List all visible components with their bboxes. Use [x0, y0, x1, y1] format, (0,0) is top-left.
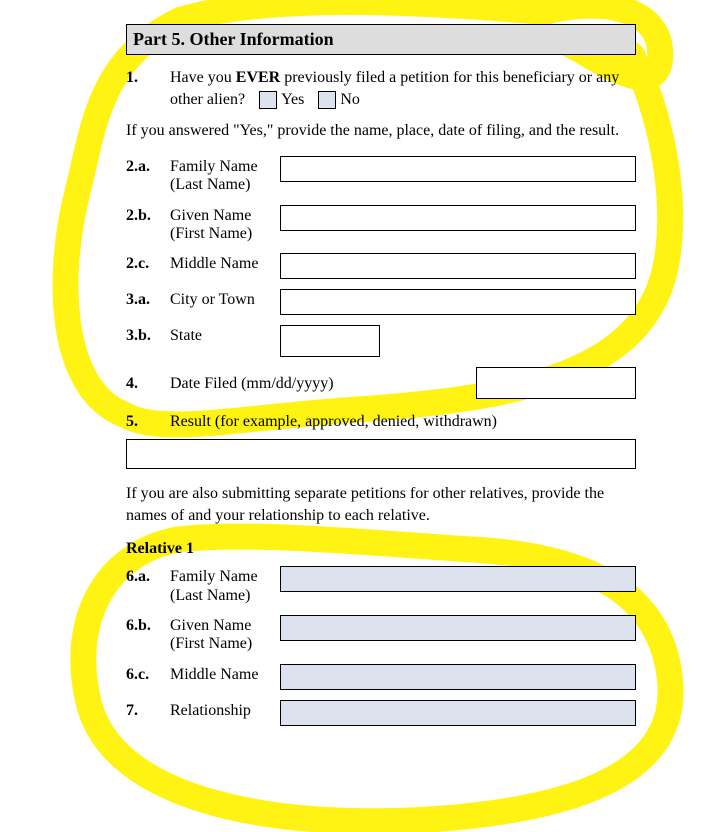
label-2b-line2: (First Name): [170, 225, 252, 242]
row-6b: 6.b. Given Name (First Name): [126, 615, 636, 654]
label-6a-line2: (Last Name): [170, 587, 250, 604]
label-2b-line1: Given Name: [170, 207, 251, 224]
input-given-name[interactable]: [280, 205, 636, 231]
num-7: 7.: [126, 700, 170, 720]
num-5: 5.: [126, 411, 170, 431]
label-2c: Middle Name: [170, 253, 280, 273]
label-2a: Family Name (Last Name): [170, 156, 280, 195]
input-rel1-given-name[interactable]: [280, 615, 636, 641]
label-6c: Middle Name: [170, 664, 280, 684]
row-2a: 2.a. Family Name (Last Name): [126, 156, 636, 195]
question-1: 1. Have you EVER previously filed a peti…: [126, 67, 636, 110]
q1-pre: Have you: [170, 69, 236, 86]
row-3b: 3.b. State: [126, 325, 636, 357]
label-4: Date Filed (mm/dd/yyyy): [170, 373, 468, 393]
num-4: 4.: [126, 373, 170, 393]
label-2a-line2: (Last Name): [170, 176, 250, 193]
label-6b-line2: (First Name): [170, 635, 252, 652]
label-7: Relationship: [170, 700, 280, 720]
q1-ever: EVER: [236, 69, 280, 86]
num-6c: 6.c.: [126, 664, 170, 684]
num-2b: 2.b.: [126, 205, 170, 225]
row-3a: 3.a. City or Town: [126, 289, 636, 315]
label-2a-line1: Family Name: [170, 158, 258, 175]
row-5: 5. Result (for example, approved, denied…: [126, 411, 636, 433]
instruction-1: If you answered "Yes," provide the name,…: [126, 120, 636, 142]
input-rel1-relationship[interactable]: [280, 700, 636, 726]
row-7: 7. Relationship: [126, 700, 636, 726]
label-no: No: [340, 91, 360, 108]
q1-text: Have you EVER previously filed a petitio…: [170, 67, 636, 110]
input-family-name[interactable]: [280, 156, 636, 182]
section-title: Part 5. Other Information: [133, 29, 334, 49]
num-6b: 6.b.: [126, 615, 170, 635]
row-2b: 2.b. Given Name (First Name): [126, 205, 636, 244]
label-2b: Given Name (First Name): [170, 205, 280, 244]
row-6a: 6.a. Family Name (Last Name): [126, 566, 636, 605]
instruction-2: If you are also submitting separate peti…: [126, 483, 636, 526]
label-3a: City or Town: [170, 289, 280, 309]
row-6c: 6.c. Middle Name: [126, 664, 636, 690]
num-3b: 3.b.: [126, 325, 170, 345]
input-middle-name[interactable]: [280, 253, 636, 279]
input-rel1-family-name[interactable]: [280, 566, 636, 592]
row-4: 4. Date Filed (mm/dd/yyyy): [126, 367, 636, 399]
label-yes: Yes: [281, 91, 304, 108]
input-result[interactable]: [126, 439, 636, 469]
label-6b-line1: Given Name: [170, 617, 251, 634]
input-state[interactable]: [280, 325, 380, 357]
label-3b: State: [170, 325, 280, 345]
label-6b: Given Name (First Name): [170, 615, 280, 654]
label-6a: Family Name (Last Name): [170, 566, 280, 605]
checkbox-yes[interactable]: [259, 91, 277, 109]
q1-number: 1.: [126, 67, 170, 87]
input-date-filed[interactable]: [476, 367, 636, 399]
num-6a: 6.a.: [126, 566, 170, 586]
num-3a: 3.a.: [126, 289, 170, 309]
relative-1-heading: Relative 1: [126, 540, 636, 558]
label-5: Result (for example, approved, denied, w…: [170, 411, 636, 433]
num-2a: 2.a.: [126, 156, 170, 176]
section-header: Part 5. Other Information: [126, 24, 636, 55]
input-city[interactable]: [280, 289, 636, 315]
input-rel1-middle-name[interactable]: [280, 664, 636, 690]
num-2c: 2.c.: [126, 253, 170, 273]
row-2c: 2.c. Middle Name: [126, 253, 636, 279]
checkbox-no[interactable]: [318, 91, 336, 109]
label-6a-line1: Family Name: [170, 568, 258, 585]
